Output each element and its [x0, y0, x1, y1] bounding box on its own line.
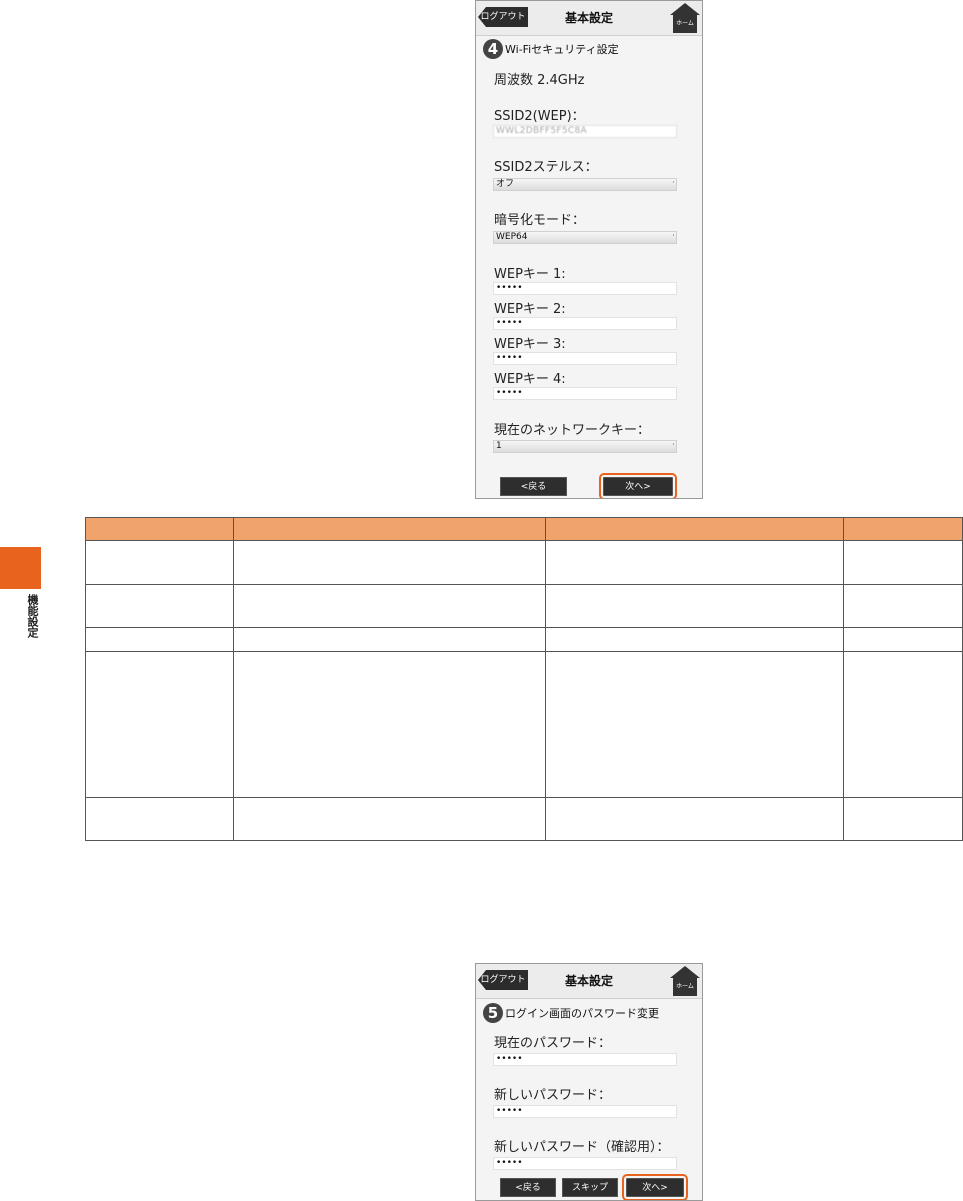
back-button[interactable]: <戻る	[500, 1178, 556, 1197]
chapter-label: 機能設定	[26, 594, 39, 638]
confirm-password-input[interactable]: •••••	[493, 1157, 677, 1170]
table-header-cell	[545, 517, 845, 541]
table-cell	[545, 627, 845, 652]
encryption-mode-select[interactable]: WEP64	[493, 231, 677, 244]
home-label: ホーム	[673, 978, 697, 996]
back-button[interactable]: <戻る	[500, 477, 567, 496]
table-row	[84, 797, 963, 841]
table-cell	[843, 797, 963, 841]
screen-header: ログアウト 基本設定 ホーム	[476, 1, 702, 36]
network-key-select[interactable]: 1	[493, 440, 677, 453]
settings-table	[84, 517, 963, 841]
encryption-mode-label: 暗号化モード：	[494, 213, 586, 228]
table-header-cell	[233, 517, 547, 541]
step-heading: 4 Wi-Fiセキュリティ設定	[483, 38, 619, 60]
table-cell	[84, 584, 235, 628]
table-cell	[84, 540, 235, 585]
network-key-label: 現在のネットワークキー：	[494, 423, 651, 438]
stealth-select[interactable]: オフ	[493, 178, 677, 191]
table-row	[84, 584, 963, 628]
table-row	[84, 651, 963, 798]
page-title: 基本設定	[564, 11, 613, 25]
wep-key2-label: WEPキー 2:	[494, 302, 566, 317]
chapter-tab	[0, 547, 41, 589]
table-cell	[843, 584, 963, 628]
wifi-security-screen: ログアウト 基本設定 ホーム 4 Wi-Fiセキュリティ設定 周波数 2.4GH…	[475, 0, 703, 499]
table-header-cell	[84, 517, 235, 541]
wep-key2-input[interactable]: •••••	[493, 317, 677, 330]
home-button[interactable]: ホーム	[670, 3, 700, 33]
table-cell	[545, 584, 845, 628]
ssid-input[interactable]: WWL2DBFF5F5C8A	[493, 125, 677, 138]
home-icon	[670, 966, 700, 978]
step-title: Wi-Fiセキュリティ設定	[505, 43, 619, 56]
screen-header: ログアウト 基本設定 ホーム	[476, 964, 702, 999]
skip-button[interactable]: スキップ	[562, 1178, 618, 1197]
table-cell	[545, 797, 845, 841]
next-button[interactable]: 次へ>	[622, 1174, 688, 1200]
wep-key3-label: WEPキー 3:	[494, 337, 566, 352]
table-cell	[843, 651, 963, 798]
table-cell	[233, 627, 547, 652]
wep-key4-label: WEPキー 4:	[494, 372, 566, 387]
table-header-row	[84, 517, 963, 541]
table-cell	[233, 651, 547, 798]
step-heading: 5 ログイン画面のパスワード変更	[483, 1002, 659, 1024]
table-row	[84, 540, 963, 585]
home-label: ホーム	[673, 15, 697, 33]
password-change-screen: ログアウト 基本設定 ホーム 5 ログイン画面のパスワード変更 現在のパスワード…	[475, 963, 703, 1201]
table-header-cell	[843, 517, 963, 541]
table-cell	[233, 584, 547, 628]
table-cell	[545, 540, 845, 585]
home-icon	[670, 3, 700, 15]
step-title: ログイン画面のパスワード変更	[505, 1007, 659, 1020]
table-cell	[84, 627, 235, 652]
table-cell	[233, 797, 547, 841]
new-password-input[interactable]: •••••	[493, 1105, 677, 1118]
new-password-label: 新しいパスワード：	[494, 1088, 612, 1103]
frequency-label: 周波数 2.4GHz	[494, 73, 585, 88]
table-cell	[233, 540, 547, 585]
stealth-label: SSID2ステルス：	[494, 160, 598, 175]
page-title: 基本設定	[564, 974, 613, 988]
wep-key3-input[interactable]: •••••	[493, 352, 677, 365]
home-button[interactable]: ホーム	[670, 966, 700, 996]
step-number-badge: 4	[483, 39, 503, 59]
wep-key4-input[interactable]: •••••	[493, 387, 677, 400]
table-cell	[843, 540, 963, 585]
current-password-input[interactable]: •••••	[493, 1053, 677, 1066]
table-cell	[843, 627, 963, 652]
step-number-badge: 5	[483, 1003, 503, 1023]
table-cell	[84, 651, 235, 798]
wep-key1-input[interactable]: •••••	[493, 282, 677, 295]
table-cell	[545, 651, 845, 798]
ssid-label: SSID2(WEP)：	[494, 109, 585, 124]
confirm-password-label: 新しいパスワード（確認用）：	[494, 1140, 670, 1155]
table-cell	[84, 797, 235, 841]
table-row	[84, 627, 963, 652]
next-button[interactable]: 次へ>	[599, 473, 677, 498]
wep-key1-label: WEPキー 1:	[494, 267, 566, 282]
current-password-label: 現在のパスワード：	[494, 1036, 612, 1051]
